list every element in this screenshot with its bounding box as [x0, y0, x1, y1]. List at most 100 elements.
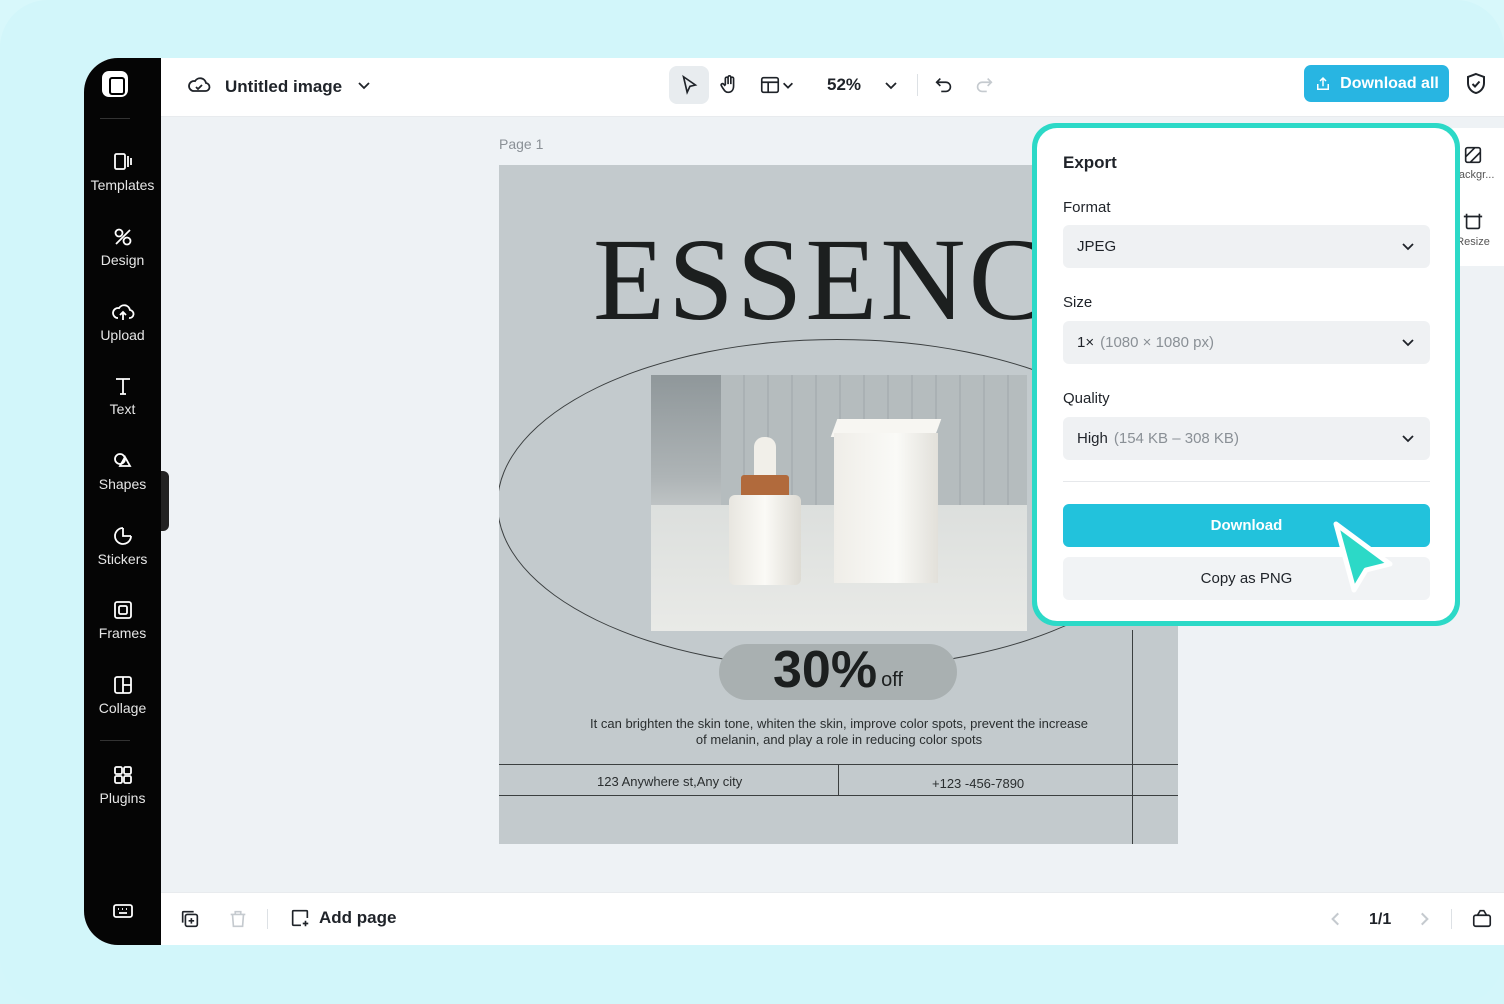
shield-check-icon[interactable] [1464, 71, 1488, 102]
sidebar-collapse-handle[interactable] [161, 471, 169, 531]
sidebar-item-design[interactable]: Design [84, 225, 161, 268]
redo-icon [976, 77, 993, 93]
design-icon [84, 225, 161, 249]
sidebar-item-label: Collage [98, 700, 147, 716]
previous-page-icon[interactable] [1327, 910, 1345, 933]
quality-value: High [1077, 430, 1108, 447]
format-select[interactable]: JPEG [1063, 225, 1430, 268]
quality-select[interactable]: High (154 KB – 308 KB) [1063, 417, 1430, 460]
sidebar: Templates Design Upload Text Shapes Stic… [84, 58, 161, 945]
chevron-down-icon [1402, 435, 1414, 443]
size-label: Size [1063, 294, 1093, 311]
next-page-icon[interactable] [1415, 910, 1433, 933]
sidebar-item-label: Stickers [97, 551, 148, 567]
format-value: JPEG [1077, 238, 1117, 255]
sidebar-item-plugins[interactable]: Plugins [84, 763, 161, 806]
size-value: 1× [1077, 334, 1095, 351]
poster-phone[interactable]: +123 -456-7890 [932, 776, 1024, 791]
bottom-bar: Add page 1/1 [161, 892, 1504, 945]
divider-line [1132, 630, 1133, 844]
hand-icon [720, 75, 735, 94]
bottle-dropper [754, 437, 776, 477]
size-detail: (1080 × 1080 px) [1100, 334, 1214, 351]
layout-icon [760, 76, 780, 94]
cloud-sync-icon[interactable] [187, 73, 211, 102]
sidebar-item-label: Upload [100, 327, 145, 343]
product-box [834, 433, 938, 583]
discount-value: 30% [773, 641, 878, 699]
sidebar-item-stickers[interactable]: Stickers [84, 524, 161, 567]
sidebar-divider [100, 118, 130, 119]
duplicate-page-icon[interactable] [179, 908, 201, 935]
zoom-level[interactable]: 52% [827, 75, 861, 95]
select-tool-button[interactable] [669, 66, 709, 104]
bottom-divider [1451, 909, 1452, 929]
bottle-base [729, 495, 801, 585]
pointer-icon [682, 74, 698, 95]
undo-button[interactable] [924, 66, 964, 104]
collage-icon [84, 673, 161, 697]
discount-badge[interactable]: 30% off [719, 644, 957, 700]
document-title[interactable]: Untitled image [225, 77, 342, 97]
export-title: Export [1063, 153, 1117, 172]
divider-line [838, 764, 839, 796]
poster-description[interactable]: It can brighten the skin tone, whiten th… [589, 716, 1089, 748]
keyboard-icon [84, 899, 161, 923]
delete-page-icon[interactable] [227, 908, 249, 935]
sidebar-item-label: Shapes [98, 476, 147, 492]
hand-tool-button[interactable] [709, 66, 749, 104]
bottom-divider [267, 909, 268, 929]
sidebar-item-collage[interactable]: Collage [84, 673, 161, 716]
chevron-down-icon [1402, 339, 1414, 347]
download-all-label: Download all [1340, 74, 1439, 92]
layout-menu-button[interactable] [749, 66, 805, 104]
chevron-down-icon [1402, 243, 1414, 251]
upload-icon [84, 300, 161, 324]
size-select[interactable]: 1× (1080 × 1080 px) [1063, 321, 1430, 364]
poster-address[interactable]: 123 Anywhere st,Any city [597, 774, 742, 789]
chevron-down-icon [783, 82, 793, 89]
format-label: Format [1063, 199, 1111, 216]
sidebar-item-label: Frames [98, 625, 147, 641]
quality-detail: (154 KB – 308 KB) [1113, 430, 1239, 447]
quality-label: Quality [1063, 390, 1110, 407]
toolbar-divider [917, 74, 919, 96]
page-label: Page 1 [499, 136, 544, 152]
canvas-tools: 52% [669, 66, 1004, 104]
chevron-down-icon[interactable] [356, 77, 372, 98]
sidebar-divider [100, 740, 130, 741]
zoom-menu-button[interactable] [871, 66, 911, 104]
discount-suffix: off [881, 669, 903, 691]
share-upload-icon [1317, 76, 1330, 90]
sidebar-item-shapes[interactable]: Shapes [84, 449, 161, 492]
undo-icon [935, 77, 952, 93]
mouse-cursor-icon [1328, 518, 1398, 599]
templates-icon [84, 150, 161, 174]
sidebar-item-label: Plugins [99, 790, 146, 806]
resize-icon [1463, 213, 1483, 230]
export-divider [1063, 481, 1430, 482]
sidebar-item-templates[interactable]: Templates [84, 150, 161, 193]
chevron-down-icon [885, 82, 897, 90]
shapes-icon [84, 449, 161, 473]
sidebar-item-text[interactable]: Text [84, 374, 161, 417]
document-title-group: Untitled image [187, 72, 372, 102]
add-page-button[interactable]: Add page [289, 907, 396, 929]
background-icon [1464, 146, 1482, 164]
sidebar-item-label: Text [109, 401, 136, 417]
plugins-icon [84, 763, 161, 787]
add-page-label: Add page [319, 908, 397, 927]
page-counter: 1/1 [1369, 911, 1392, 928]
app-logo-icon[interactable] [102, 71, 128, 97]
keyboard-shortcuts-button[interactable] [84, 899, 161, 926]
sidebar-item-label: Templates [90, 177, 155, 193]
sidebar-item-frames[interactable]: Frames [84, 598, 161, 641]
page-panel-icon[interactable] [1471, 907, 1493, 934]
sidebar-item-upload[interactable]: Upload [84, 300, 161, 343]
redo-button[interactable] [964, 66, 1004, 104]
sidebar-item-label: Design [100, 252, 145, 268]
text-icon [84, 374, 161, 398]
download-all-button[interactable]: Download all [1304, 65, 1449, 102]
frames-icon [84, 598, 161, 622]
product-photo[interactable] [651, 375, 1027, 631]
